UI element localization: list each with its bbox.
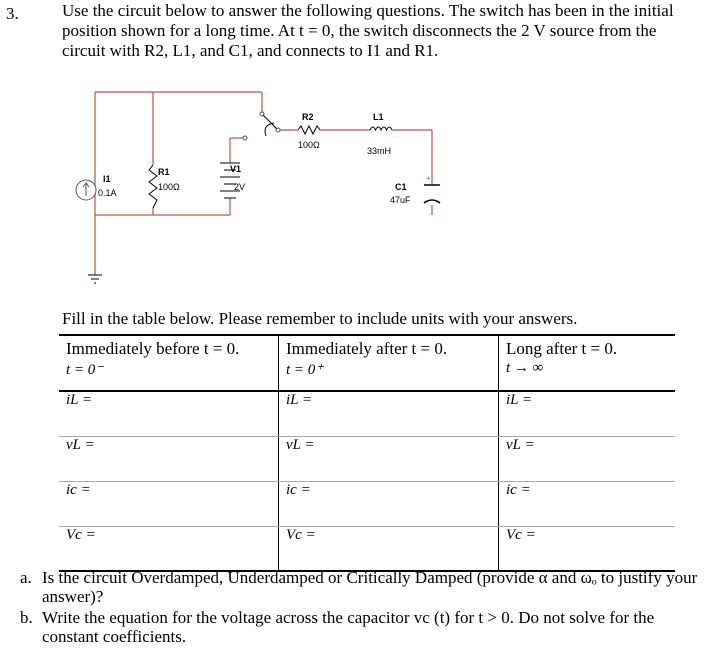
resistor-r1: R1 100Ω xyxy=(148,164,180,209)
answer-cell[interactable]: iL = xyxy=(59,391,279,437)
svg-text:33mH: 33mH xyxy=(367,146,391,156)
subquestion-list: a. Is the circuit Overdamped, Underdampe… xyxy=(0,568,702,648)
svg-text:100Ω: 100Ω xyxy=(298,140,320,150)
answer-table: Immediately before t = 0. Immediately af… xyxy=(59,334,675,572)
ground-symbol xyxy=(88,274,102,284)
svg-text:100Ω: 100Ω xyxy=(158,182,180,192)
column-sub-before: t = 0⁻ xyxy=(59,360,279,392)
answer-cell[interactable]: ic = xyxy=(498,481,675,527)
svg-text:V1: V1 xyxy=(230,164,241,174)
circuit-diagram: S1 t =0 R2 100Ω L1 33mH + C1 47uF I1 0.1… xyxy=(75,91,441,284)
table-instruction: Fill in the table below. Please remember… xyxy=(62,309,578,328)
table-row: ic = ic = ic = xyxy=(59,481,675,527)
answer-cell[interactable]: Vc = xyxy=(59,526,279,572)
voltage-source-v1: V1 2V xyxy=(220,162,245,199)
answer-cell[interactable]: Vc = xyxy=(278,526,499,572)
svg-text:47uF: 47uF xyxy=(390,195,411,205)
answer-cell[interactable]: ic = xyxy=(59,481,279,527)
question-number: 3. xyxy=(6,4,19,23)
answer-cell[interactable]: ic = xyxy=(278,481,499,527)
answer-cell[interactable]: iL = xyxy=(498,391,675,437)
svg-text:2V: 2V xyxy=(234,182,245,192)
subquestion-a: a. Is the circuit Overdamped, Underdampe… xyxy=(20,568,698,606)
answer-cell[interactable]: iL = xyxy=(278,391,499,437)
svg-text:0.1A: 0.1A xyxy=(98,188,117,198)
current-source-i1: I1 0.1A xyxy=(75,174,117,201)
svg-text:R2: R2 xyxy=(302,112,314,122)
inductor-l1: L1 33mH xyxy=(367,112,393,156)
answer-cell[interactable]: vL = xyxy=(498,436,675,482)
subquestion-b: b. Write the equation for the voltage ac… xyxy=(20,608,655,646)
column-sub-after: t = 0⁺ xyxy=(278,360,499,392)
resistor-r2: R2 100Ω xyxy=(297,112,321,150)
table-row: Vc = Vc = Vc = xyxy=(59,526,675,572)
answer-cell[interactable]: Vc = xyxy=(498,526,675,572)
column-header-long-after: Long after t = 0. xyxy=(498,334,675,360)
switch-s1: S1 t =0 xyxy=(242,111,281,141)
answer-cell[interactable]: vL = xyxy=(59,436,279,482)
svg-text:R1: R1 xyxy=(158,167,170,177)
svg-text:+: + xyxy=(426,174,431,183)
column-header-before: Immediately before t = 0. xyxy=(59,334,279,360)
column-header-after: Immediately after t = 0. xyxy=(278,334,499,360)
svg-text:I1: I1 xyxy=(103,174,111,184)
svg-text:L1: L1 xyxy=(373,112,384,122)
answer-cell[interactable]: vL = xyxy=(278,436,499,482)
question-intro: Use the circuit below to answer the foll… xyxy=(62,1,674,60)
column-sub-long-after: t → ∞ xyxy=(498,360,675,392)
svg-text:C1: C1 xyxy=(395,182,407,192)
table-row: vL = vL = vL = xyxy=(59,436,675,482)
table-row: iL = iL = iL = xyxy=(59,391,675,437)
